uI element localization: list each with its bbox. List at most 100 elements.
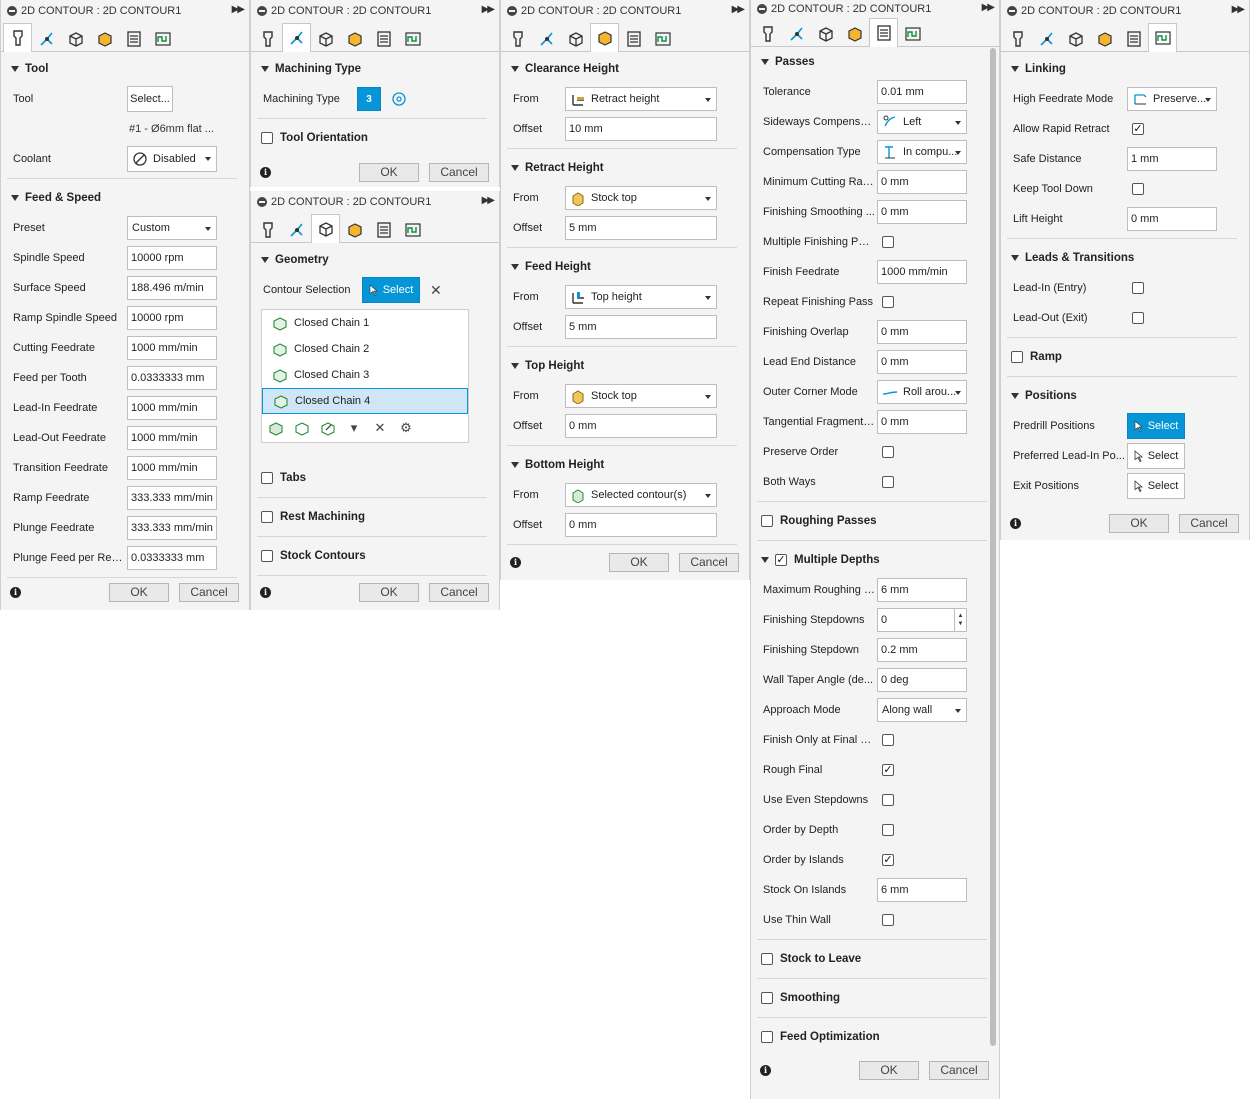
minimize-icon[interactable]	[257, 6, 267, 16]
offset-input[interactable]: 10 mm	[565, 117, 717, 141]
title-bar[interactable]: 2D CONTOUR : 2D CONTOUR1 ▶▶	[251, 0, 499, 22]
tab-heights[interactable]	[1061, 24, 1090, 52]
field-input[interactable]: 0.01 mm	[877, 80, 967, 104]
roughing-passes-checkbox[interactable]	[761, 515, 773, 527]
multiple-depths-checkbox[interactable]	[775, 554, 787, 566]
tab-heights[interactable]	[61, 24, 90, 52]
allow-rapid-checkbox[interactable]	[1132, 123, 1144, 135]
ramp-checkbox[interactable]	[1011, 351, 1023, 363]
cancel-button[interactable]: Cancel	[679, 552, 739, 572]
field-dropdown[interactable]: Along wall	[877, 698, 967, 722]
title-bar[interactable]: 2D CONTOUR : 2D CONTOUR1 ▶▶	[501, 0, 749, 22]
field-input[interactable]: 0.0333333 mm	[127, 366, 217, 390]
cancel-button[interactable]: Cancel	[1179, 513, 1239, 533]
feed-height-header[interactable]: Feed Height	[501, 252, 749, 282]
info-icon[interactable]: i	[760, 1064, 771, 1076]
chain-more-icon[interactable]: ▾	[346, 420, 362, 436]
tab-geometry[interactable]	[282, 23, 311, 52]
tab-linking[interactable]	[1119, 24, 1148, 52]
ok-button[interactable]: OK	[359, 162, 419, 182]
tab-heights[interactable]	[561, 24, 590, 52]
stock-to-leave-checkbox[interactable]	[761, 953, 773, 965]
ok-button[interactable]: OK	[859, 1060, 919, 1080]
ok-button[interactable]: OK	[1109, 513, 1169, 533]
cancel-button[interactable]: Cancel	[929, 1060, 989, 1080]
spinner-arrows-icon[interactable]: ▲ ▼	[954, 609, 966, 631]
tab-geometry[interactable]	[32, 24, 61, 52]
field-checkbox[interactable]	[882, 734, 894, 746]
field-dropdown[interactable]: Custom	[127, 216, 217, 240]
field-input[interactable]: 1000 mm/min	[877, 260, 967, 284]
field-dropdown[interactable]: In compu...	[877, 140, 967, 164]
offset-input[interactable]: 5 mm	[565, 216, 717, 240]
expand-icon[interactable]: ▶▶	[732, 4, 745, 15]
field-input[interactable]: 0.2 mm	[877, 638, 967, 662]
tab-passes[interactable]	[840, 19, 869, 47]
keep-tool-checkbox[interactable]	[1132, 183, 1144, 195]
field-input[interactable]: 6 mm	[877, 878, 967, 902]
tab-heights[interactable]	[311, 214, 340, 243]
tab-passes[interactable]	[90, 24, 119, 52]
tab-tool[interactable]	[253, 215, 282, 243]
cancel-button[interactable]: Cancel	[429, 582, 489, 602]
from-dropdown[interactable]: Selected contour(s)	[565, 483, 717, 507]
top-height-header[interactable]: Top Height	[501, 351, 749, 381]
field-checkbox[interactable]	[882, 914, 894, 926]
stock-to-leave-header[interactable]: Stock to Leave	[751, 944, 999, 974]
info-icon[interactable]: i	[510, 556, 521, 568]
tab-positions[interactable]	[398, 215, 427, 243]
tab-positions[interactable]	[648, 24, 677, 52]
field-input[interactable]: 0 mm	[877, 170, 967, 194]
tab-positions[interactable]	[398, 24, 427, 52]
minimize-icon[interactable]	[257, 197, 267, 207]
field-input[interactable]: 0 mm	[877, 350, 967, 374]
ok-button[interactable]: OK	[359, 582, 419, 602]
offset-input[interactable]: 5 mm	[565, 315, 717, 339]
geometry-section-header[interactable]: Geometry	[251, 245, 499, 275]
expand-icon[interactable]: ▶▶	[982, 2, 995, 13]
lead-out-checkbox[interactable]	[1132, 312, 1144, 324]
tab-linking[interactable]	[619, 24, 648, 52]
offset-input[interactable]: 0 mm	[565, 414, 717, 438]
field-checkbox[interactable]	[882, 824, 894, 836]
tab-passes[interactable]	[1090, 24, 1119, 52]
tab-passes[interactable]	[340, 24, 369, 52]
feed-optimization-header[interactable]: Feed Optimization	[751, 1022, 999, 1052]
field-input[interactable]: 1000 mm/min	[127, 456, 217, 480]
field-dropdown[interactable]: Roll arou...	[877, 380, 967, 404]
rest-machining-header[interactable]: Rest Machining	[251, 502, 499, 532]
from-dropdown[interactable]: Stock top	[565, 384, 717, 408]
tab-linking[interactable]	[369, 24, 398, 52]
minimize-icon[interactable]	[1007, 6, 1017, 16]
field-input[interactable]: 0 mm	[877, 320, 967, 344]
positions-section-header[interactable]: Positions	[1001, 381, 1249, 411]
field-input[interactable]: 1000 mm/min	[127, 336, 217, 360]
field-input[interactable]: 333.333 mm/min	[127, 486, 217, 510]
clear-selection-icon[interactable]: ✕	[430, 282, 442, 299]
tab-positions[interactable]	[148, 24, 177, 52]
cancel-button[interactable]: Cancel	[429, 162, 489, 182]
rest-machining-checkbox[interactable]	[261, 511, 273, 523]
from-dropdown[interactable]: Stock top	[565, 186, 717, 210]
tabs-checkbox[interactable]	[261, 472, 273, 484]
chain-list-item[interactable]: Closed Chain 1	[262, 310, 468, 336]
tabs-section-header[interactable]: Tabs	[251, 463, 499, 493]
field-input[interactable]: 6 mm	[877, 578, 967, 602]
lift-height-input[interactable]: 0 mm	[1127, 207, 1217, 231]
tab-linking[interactable]	[119, 24, 148, 52]
tab-positions[interactable]	[898, 19, 927, 47]
field-input[interactable]: 0 mm	[877, 200, 967, 224]
rotary-option[interactable]	[387, 87, 411, 111]
linking-section-header[interactable]: Linking	[1001, 54, 1249, 84]
lead-in-checkbox[interactable]	[1132, 282, 1144, 294]
offset-input[interactable]: 0 mm	[565, 513, 717, 537]
tab-tool[interactable]	[1003, 24, 1032, 52]
tab-tool[interactable]	[753, 19, 782, 47]
field-checkbox[interactable]	[882, 446, 894, 458]
chain-list-item[interactable]: Closed Chain 4	[262, 388, 468, 414]
scrollbar[interactable]	[990, 48, 996, 1046]
tool-section-header[interactable]: Tool	[1, 54, 249, 84]
tab-geometry[interactable]	[282, 215, 311, 243]
tab-linking[interactable]	[369, 215, 398, 243]
passes-section-header[interactable]: Passes	[751, 47, 999, 77]
